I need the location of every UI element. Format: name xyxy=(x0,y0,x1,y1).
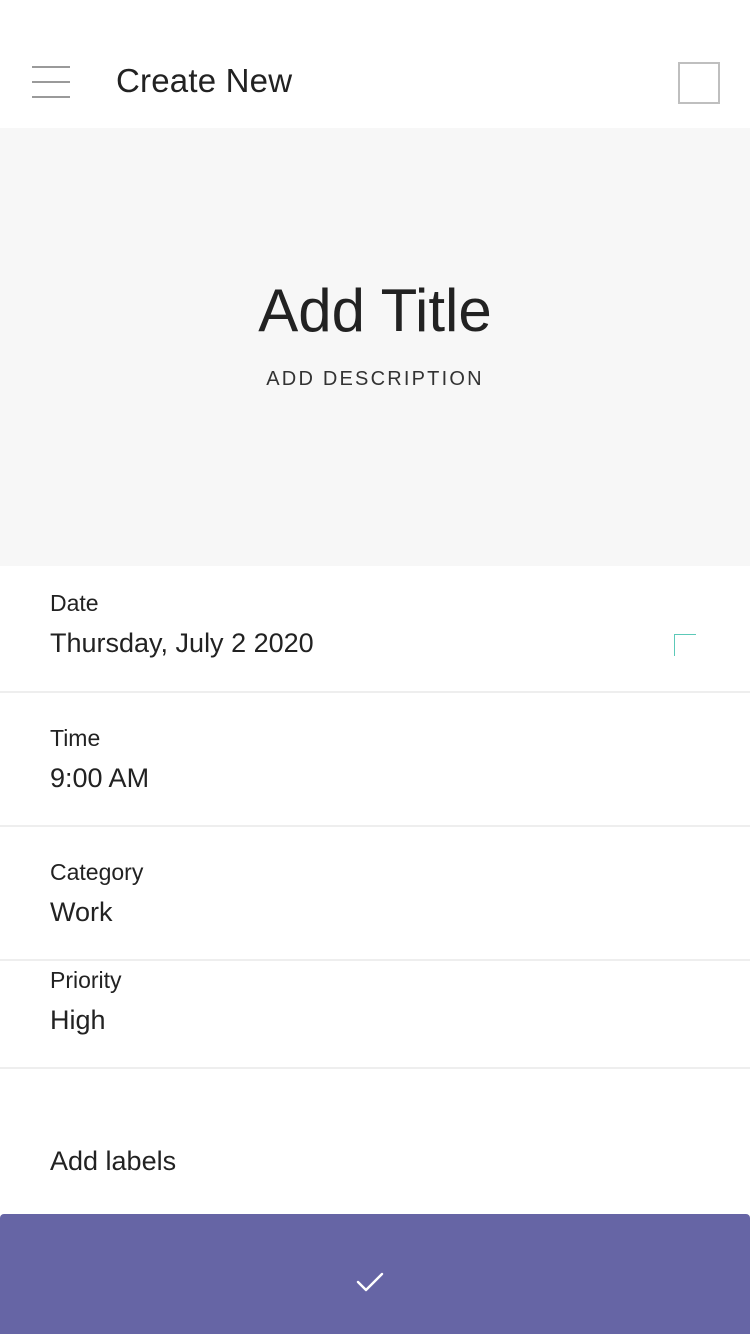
priority-label: Priority xyxy=(50,967,122,993)
priority-field[interactable]: Priority High xyxy=(0,961,750,1069)
hero-panel: Add Title ADD DESCRIPTION xyxy=(0,128,750,566)
priority-value[interactable]: High xyxy=(50,1005,106,1036)
category-field[interactable]: Category Work xyxy=(0,827,750,961)
time-field[interactable]: Time 9:00 AM xyxy=(0,693,750,827)
description-input[interactable]: ADD DESCRIPTION xyxy=(0,368,750,391)
page-title: Create New xyxy=(116,62,293,99)
corner-marker-icon xyxy=(674,634,698,656)
date-field[interactable]: Date Thursday, July 2 2020 xyxy=(0,566,750,693)
category-value[interactable]: Work xyxy=(50,897,113,928)
app-header: Create New xyxy=(0,0,750,128)
category-label: Category xyxy=(50,859,144,885)
date-label: Date xyxy=(50,590,99,616)
confirm-button[interactable] xyxy=(0,1214,750,1334)
create-new-screen: Create New Add Title ADD DESCRIPTION Dat… xyxy=(0,0,750,1334)
square-outline-icon[interactable] xyxy=(678,62,720,104)
check-icon xyxy=(356,1272,384,1292)
title-input[interactable]: Add Title xyxy=(0,276,750,346)
time-label: Time xyxy=(50,725,101,751)
date-value[interactable]: Thursday, July 2 2020 xyxy=(50,628,314,659)
time-value[interactable]: 9:00 AM xyxy=(50,763,149,794)
add-labels-button[interactable]: Add labels xyxy=(50,1146,176,1177)
menu-icon[interactable] xyxy=(32,66,72,100)
